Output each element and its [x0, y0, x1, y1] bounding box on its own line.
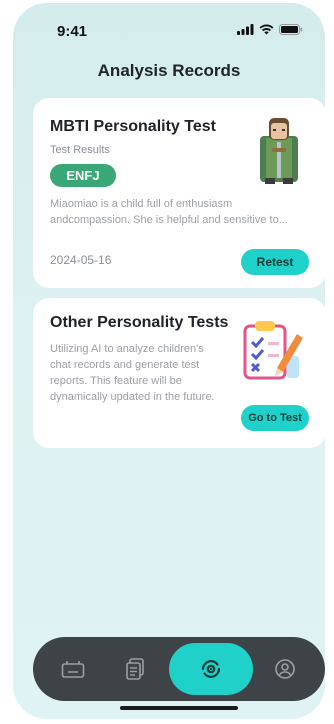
wifi-icon [259, 24, 274, 35]
record-date: 2024-05-16 [50, 253, 112, 267]
mbti-type-badge: ENFJ [50, 164, 116, 187]
elf-warrior-avatar-icon [260, 118, 298, 184]
checklist-clipboard-icon [243, 321, 303, 380]
tab-robot[interactable] [59, 655, 87, 683]
documents-icon [126, 658, 144, 680]
robot-icon [61, 661, 85, 678]
bottom-tab-bar [33, 637, 325, 701]
mbti-card[interactable]: MBTI Personality Test Test Results ENFJ … [33, 98, 325, 288]
status-icons [237, 24, 303, 35]
signal-icon [237, 24, 254, 35]
status-time: 9:41 [57, 23, 88, 40]
card-description: Utilizing AI to analyze children's chat … [50, 343, 215, 403]
card-title: Other Personality Tests [50, 314, 229, 331]
card-subtitle: Test Results [50, 144, 110, 156]
tab-analysis[interactable] [169, 643, 253, 695]
home-indicator [120, 706, 238, 710]
card-description: Miaomiao is a child full of enthusiasm a… [50, 198, 288, 226]
card-title: MBTI Personality Test [50, 118, 216, 135]
retest-button[interactable]: Retest [241, 249, 309, 275]
battery-icon [279, 24, 303, 35]
phone-screen: 9:41 Analysis Records MBTI Personality T… [13, 3, 325, 719]
go-to-test-button[interactable]: Go to Test [241, 405, 309, 431]
other-tests-card[interactable]: Other Personality Tests Utilizing AI to … [33, 298, 325, 448]
page-title: Analysis Records [97, 61, 241, 80]
profile-icon [275, 659, 295, 679]
tab-documents[interactable] [121, 655, 149, 683]
analysis-eye-icon [201, 660, 221, 678]
status-bar: 9:41 [13, 3, 325, 43]
tab-profile[interactable] [271, 655, 299, 683]
